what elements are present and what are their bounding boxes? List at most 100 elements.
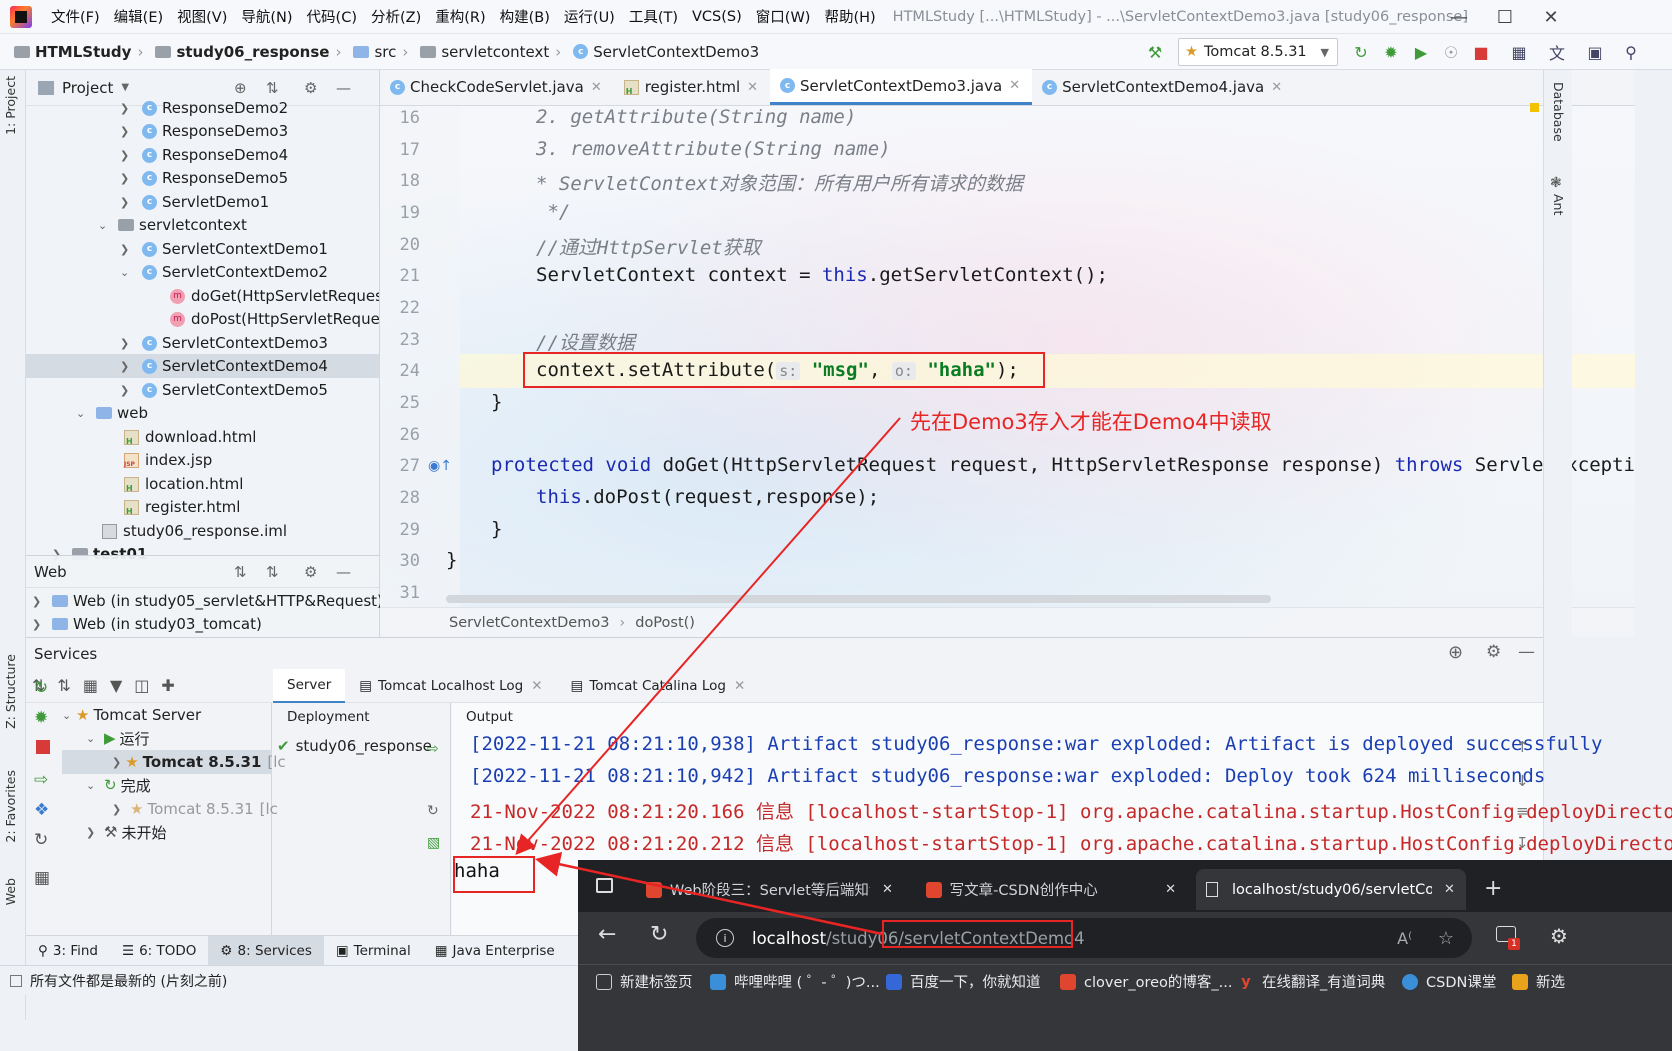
project-tool-tab[interactable]: 1: Project [3,76,18,135]
tab-actions-icon[interactable] [596,878,613,893]
tool-tab-terminal[interactable]: ▣ Terminal [324,936,423,966]
browser-tab-active[interactable]: localhost/study06/servletContext ✕ [1196,869,1466,910]
override-marker-icon[interactable]: ◉↑ [428,458,452,474]
tree-item-file[interactable]: download.html [124,425,256,449]
crumb-class[interactable]: c ServletContextDemo3 [569,43,763,61]
horizontal-scrollbar[interactable] [446,595,1271,603]
editor-tab[interactable]: c ServletContextDemo4.java ✕ [1032,69,1294,105]
rerun-service-icon[interactable]: ↻ [34,678,54,698]
tree-item-file[interactable]: study06_response.iml [102,519,287,543]
tool-tab-services[interactable]: ⚙ 8: Services [208,935,324,966]
add-service-icon[interactable]: ✚ [161,676,174,695]
web-facet-item[interactable]: ❯ Web (in study03_tomcat) [32,612,262,636]
menu-navigate[interactable]: 导航(N) [234,6,299,27]
tab-server[interactable]: Server [273,668,346,703]
deploy-icon[interactable]: ⇨ [427,741,439,757]
svc-tomcat-finished[interactable]: ❯ ★ Tomcat 8.5.31 [lc [112,797,278,821]
hide-icon[interactable]: — [336,563,351,581]
tree-item[interactable]: ⌄ c ServletContextDemo2 [120,260,328,284]
minimize-icon[interactable]: — [1436,0,1482,34]
close-tab-icon[interactable]: ✕ [1165,882,1176,897]
browser-tab[interactable]: 写文章-CSDN创作中心 ✕ [916,869,1186,910]
breadcrumb-class[interactable]: ServletContextDemo3 [449,615,609,631]
svc-tomcat-running[interactable]: ❯ ★ Tomcat 8.5.31 [lc [62,750,286,774]
terminal-icon[interactable]: ▣ [1584,41,1606,63]
editor-tab[interactable]: register.html ✕ [614,69,770,105]
menu-window[interactable]: 窗口(W) [749,6,818,27]
bookmark-item[interactable]: y 在线翻译_有道词典 [1238,971,1385,992]
tree-item[interactable]: ❯ c ServletDemo1 [120,190,269,214]
search-icon[interactable]: ⚲ [1620,41,1642,63]
hide-icon[interactable]: — [336,79,351,97]
scroll-to-end-icon[interactable]: ↧ [1516,834,1529,852]
tree-item[interactable]: ❯ c ServletContextDemo5 [120,378,328,402]
close-tab-icon[interactable]: ✕ [531,678,542,694]
close-tab-icon[interactable]: ✕ [1271,80,1282,95]
locate-icon[interactable]: ⊕ [234,79,247,97]
collapse-all-icon[interactable]: ⇅ [266,79,279,97]
menu-tools[interactable]: 工具(T) [622,6,685,27]
crumb-project[interactable]: HTMLStudy › [10,43,151,61]
svc-finished-group[interactable]: ⌄ ↻ 完成 [86,773,151,797]
chevron-down-icon[interactable]: ▼ [121,82,129,93]
close-tab-icon[interactable]: ✕ [734,678,745,694]
favorites-tool-tab[interactable]: 2: Favorites [3,770,18,843]
tree-item[interactable]: ❯ c ResponseDemo2 [120,96,288,120]
tool-tab-find[interactable]: ⚲ 3: Find [26,936,110,966]
gear-icon[interactable]: ⚙ [1486,642,1501,662]
reload-icon[interactable]: ↻ [650,922,668,947]
build-hammer-icon[interactable]: ⚒ [1144,41,1166,63]
tree-item-package[interactable]: ⌄ servletcontext [98,213,247,237]
deployment-item[interactable]: ✔ study06_response [277,737,432,755]
close-tab-icon[interactable]: ✕ [1009,78,1020,93]
hide-icon[interactable]: — [1518,642,1535,662]
scroll-down-icon[interactable]: ↓ [1516,772,1529,790]
ant-tool-tab[interactable]: Ant [1551,194,1566,215]
tab-catalina-log[interactable]: ▤ Tomcat Catalina Log ✕ [557,669,760,703]
menu-view[interactable]: 视图(V) [170,6,234,27]
bookmark-item[interactable]: 百度一下，你就知道 [886,971,1041,992]
menu-edit[interactable]: 编辑(E) [107,6,170,27]
debug-icon[interactable]: ✹ [1380,41,1402,63]
bookmark-item[interactable]: CSDN课堂 [1402,971,1496,992]
menu-analyze[interactable]: 分析(Z) [364,6,428,27]
group-icon[interactable]: ▦ [83,676,98,695]
menu-run[interactable]: 运行(U) [557,6,622,27]
address-bar[interactable]: i localhost/study06/servletContextDemo4 … [696,918,1472,958]
web-tool-tab[interactable]: Web [3,878,18,905]
editor-tab[interactable]: c CheckCodeServlet.java ✕ [380,69,614,105]
layout-icon[interactable]: ▦ [34,868,54,888]
project-structure-icon[interactable]: ▦ [1508,41,1530,63]
tree-item-folder[interactable]: ⌄ web [76,401,148,425]
new-tab-icon[interactable]: + [1484,876,1502,901]
read-aloud-icon[interactable]: A⁽ [1397,929,1412,948]
tree-item[interactable]: ❯ c ResponseDemo4 [120,143,288,167]
profile-icon[interactable]: ☉ [1440,41,1462,63]
maximize-icon[interactable]: ☐ [1482,0,1528,34]
tree-item[interactable]: ❯ c ServletContextDemo3 [120,331,328,355]
crumb-src[interactable]: src › [349,43,416,61]
info-icon[interactable]: i [716,929,734,947]
menu-help[interactable]: 帮助(H) [817,6,882,27]
collapse-all-icon[interactable]: ⇅ [266,563,279,581]
back-icon[interactable]: ← [598,922,616,947]
tree-item-selected[interactable]: ❯ c ServletContextDemo4 [26,354,379,378]
menu-build[interactable]: 构建(B) [493,6,557,27]
bookmark-item[interactable]: 哔哩哔哩 ( ゜- ゜)つ... [710,971,880,992]
soft-wrap-icon[interactable]: ≡ [1516,802,1529,820]
coverage-icon[interactable]: ▶ [1410,41,1432,63]
svc-not-started-group[interactable]: ❯ ⚒ 未开始 [86,820,166,844]
refresh-icon[interactable]: ↻ [427,803,439,819]
tool-tab-java-enterprise[interactable]: ▦ Java Enterprise [423,936,567,966]
bookmark-item[interactable]: 新选 [1512,971,1565,992]
tree-item-method[interactable]: m doPost(HttpServletRequest [170,307,379,331]
structure-tool-tab[interactable]: Z: Structure [3,654,18,729]
svc-running-group[interactable]: ⌄ ▶ 运行 [86,726,150,750]
tree-item-file[interactable]: index.jsp [124,448,212,472]
bookmark-item[interactable]: 新建标签页 [596,971,693,992]
filter-icon[interactable]: ▼ [110,676,122,695]
tool-tab-todo[interactable]: ☰ 6: TODO [110,936,208,966]
refresh-icon[interactable]: ↻ [34,830,54,850]
extensions-puzzle-icon[interactable]: ⚙ [1550,924,1568,948]
tree-item-file[interactable]: location.html [124,472,243,496]
